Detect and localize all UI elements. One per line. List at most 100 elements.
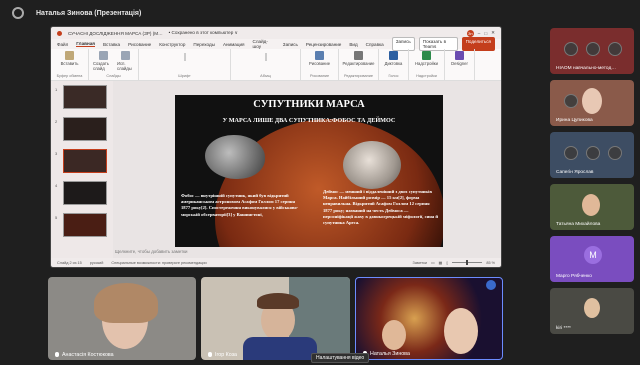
participant-name: Анастасія Костюкова <box>55 352 114 358</box>
zoom-slider[interactable] <box>452 260 483 265</box>
mic-off-icon[interactable] <box>564 42 578 56</box>
powerpoint-workspace: 1 2 3 4 5 СУПУТНИКИ МАРСА У МАРСА ЛИШЕ Д… <box>51 81 501 259</box>
ribbon-group-3: Абзац <box>231 49 301 80</box>
slide-counter: Слайд 2 из 15 <box>57 260 82 265</box>
participant-tile[interactable]: Сапегін Ярослав <box>550 132 634 178</box>
ribbon-group-label: Шрифт <box>178 74 191 78</box>
phobos-description: Фобос — внутрішній супутник, який був ві… <box>181 193 299 217</box>
ribbon-group-1: Создать слайд Исп. слайды Слайды <box>89 49 139 80</box>
ribbon-group-4: Рисование Рисование <box>301 49 339 80</box>
language[interactable]: русский <box>90 261 104 265</box>
participant-video <box>382 320 406 350</box>
participant-video <box>582 194 600 216</box>
tab-1[interactable]: Главная <box>76 41 95 47</box>
zoom-level[interactable]: 85 % <box>486 261 495 265</box>
tab-9[interactable]: Рецензирование <box>306 42 341 47</box>
tab-10[interactable]: Вид <box>349 42 357 47</box>
participant-name: Ирина Цупикова <box>556 118 593 123</box>
speaking-indicator-icon <box>486 280 496 290</box>
slide-thumbnail[interactable]: 3 <box>55 149 107 173</box>
notes-pane[interactable]: Щелкните, чтобы добавить заметки <box>115 249 188 254</box>
participant-shirt <box>243 337 317 360</box>
tab-8[interactable]: Запись <box>283 42 298 47</box>
participant-name: Наталья Зинова <box>363 351 410 357</box>
view-normal-icon[interactable]: ▭ <box>431 260 435 265</box>
slide-thumbnail[interactable]: 4 <box>55 181 107 205</box>
pin-icon[interactable] <box>586 146 600 160</box>
tab-6[interactable]: Анимация <box>223 42 245 47</box>
maximize-icon[interactable]: □ <box>484 31 487 36</box>
current-slide[interactable]: СУПУТНИКИ МАРСА У МАРСА ЛИШЕ ДВА СУПУТНИ… <box>175 95 443 247</box>
deimos-image <box>343 141 401 189</box>
view-sorter-icon[interactable]: ▦ <box>439 260 443 265</box>
addins-icon <box>421 51 431 60</box>
accessibility-status[interactable]: Специальные возможности: проверьте реком… <box>111 261 206 265</box>
addins-button[interactable]: Надстройки <box>415 51 438 66</box>
new-slide-button[interactable]: Создать слайд <box>93 51 113 71</box>
ribbon-tabs: Файл Главная Вставка Рисование Конструктор Пе… <box>51 37 501 51</box>
ribbon-group-label: Слайды <box>106 74 121 78</box>
ribbon-group-5: Редактирование Редактирование <box>339 49 379 80</box>
video-settings-tooltip: Налаштування відео <box>311 353 370 363</box>
participant-tile[interactable]: Ирина Цупикова <box>550 80 634 126</box>
tab-7[interactable]: Слайд-шоу <box>253 39 275 49</box>
pin-icon[interactable] <box>564 94 578 108</box>
mic-off-icon[interactable] <box>564 146 578 160</box>
deimos-description: Деймос — менший і віддаленіший з двох су… <box>323 189 439 225</box>
view-reading-icon[interactable]: ▯ <box>446 260 448 265</box>
phobos-image <box>205 135 265 179</box>
participant-name: kiri **** <box>556 326 571 331</box>
participant-tile[interactable]: НІАОМ навчально-метод… <box>550 28 634 74</box>
participant-name: Ігор Коза <box>208 352 237 358</box>
close-icon[interactable]: ✕ <box>491 30 495 36</box>
powerpoint-logo-icon <box>57 30 62 36</box>
slide-thumbnails: 1 2 3 4 5 <box>51 81 113 259</box>
tab-11[interactable]: Справка <box>366 42 384 47</box>
shared-screen: СУЧАСНІ ДОСЛІДЖЕННЯ МАРСА (ЗР) (М… • Сох… <box>50 26 502 268</box>
participant-tile-active[interactable]: Наталья Зинова <box>355 277 503 360</box>
participant-tile[interactable]: M Марго Рябченко <box>550 236 634 282</box>
user-avatar[interactable]: Зн <box>466 29 474 37</box>
tab-4[interactable]: Конструктор <box>159 42 185 47</box>
paste-button[interactable]: Вставить <box>61 51 78 66</box>
shapes-button[interactable]: Рисование <box>309 51 330 66</box>
tab-0[interactable]: Файл <box>57 42 68 47</box>
participant-tile[interactable]: Татьяна Михайлова <box>550 184 634 230</box>
participant-name: Татьяна Михайлова <box>556 222 601 227</box>
participant-tile[interactable]: Ігор Коза <box>201 277 350 360</box>
designer-button[interactable]: Designer <box>451 51 468 66</box>
designer-icon <box>454 51 464 60</box>
more-options-icon[interactable] <box>608 42 622 56</box>
reuse-slide-button[interactable]: Исп. слайды <box>117 51 134 71</box>
slide-thumbnail[interactable]: 5 <box>55 213 107 237</box>
participant-video <box>582 88 602 114</box>
ribbon-group-6: Диктовка Голос <box>379 49 409 80</box>
tab-2[interactable]: Вставка <box>103 42 120 47</box>
more-options-icon[interactable] <box>608 146 622 160</box>
dictation-button[interactable]: Диктовка <box>385 51 402 66</box>
format-controls[interactable] <box>183 53 186 61</box>
slide-thumbnail[interactable]: 1 <box>55 85 107 109</box>
ribbon-group-label: Надстройки <box>416 74 437 78</box>
shapes-icon <box>315 51 324 60</box>
save-status[interactable]: • Сохранено в этот компьютер ∨ <box>169 30 238 36</box>
notes-button[interactable]: Заметки <box>413 261 428 265</box>
ribbon-group-8: Designer <box>445 49 475 80</box>
app-logo-icon <box>12 7 24 19</box>
format-controls[interactable] <box>264 53 267 61</box>
file-title: СУЧАСНІ ДОСЛІДЖЕННЯ МАРСА (ЗР) (М… <box>68 30 163 36</box>
tab-5[interactable]: Переходы <box>193 42 215 47</box>
participant-name: Сапегін Ярослав <box>556 170 594 175</box>
participant-tile[interactable]: Анастасія Костюкова <box>48 277 196 360</box>
ribbon-group-label: Абзац <box>260 74 271 78</box>
participant-avatar: M <box>584 246 602 264</box>
mic-icon <box>55 352 59 358</box>
tab-3[interactable]: Рисование <box>128 42 151 47</box>
meeting-title-bar: Наталья Зинова (Презентація) <box>0 0 640 26</box>
participant-tile[interactable]: kiri **** <box>550 288 634 334</box>
pin-icon[interactable] <box>586 42 600 56</box>
ribbon-group-7: Надстройки Надстройки <box>409 49 445 80</box>
minimize-icon[interactable]: – <box>478 31 481 36</box>
slide-thumbnail[interactable]: 2 <box>55 117 107 141</box>
edit-button[interactable]: Редактирование <box>343 51 374 66</box>
